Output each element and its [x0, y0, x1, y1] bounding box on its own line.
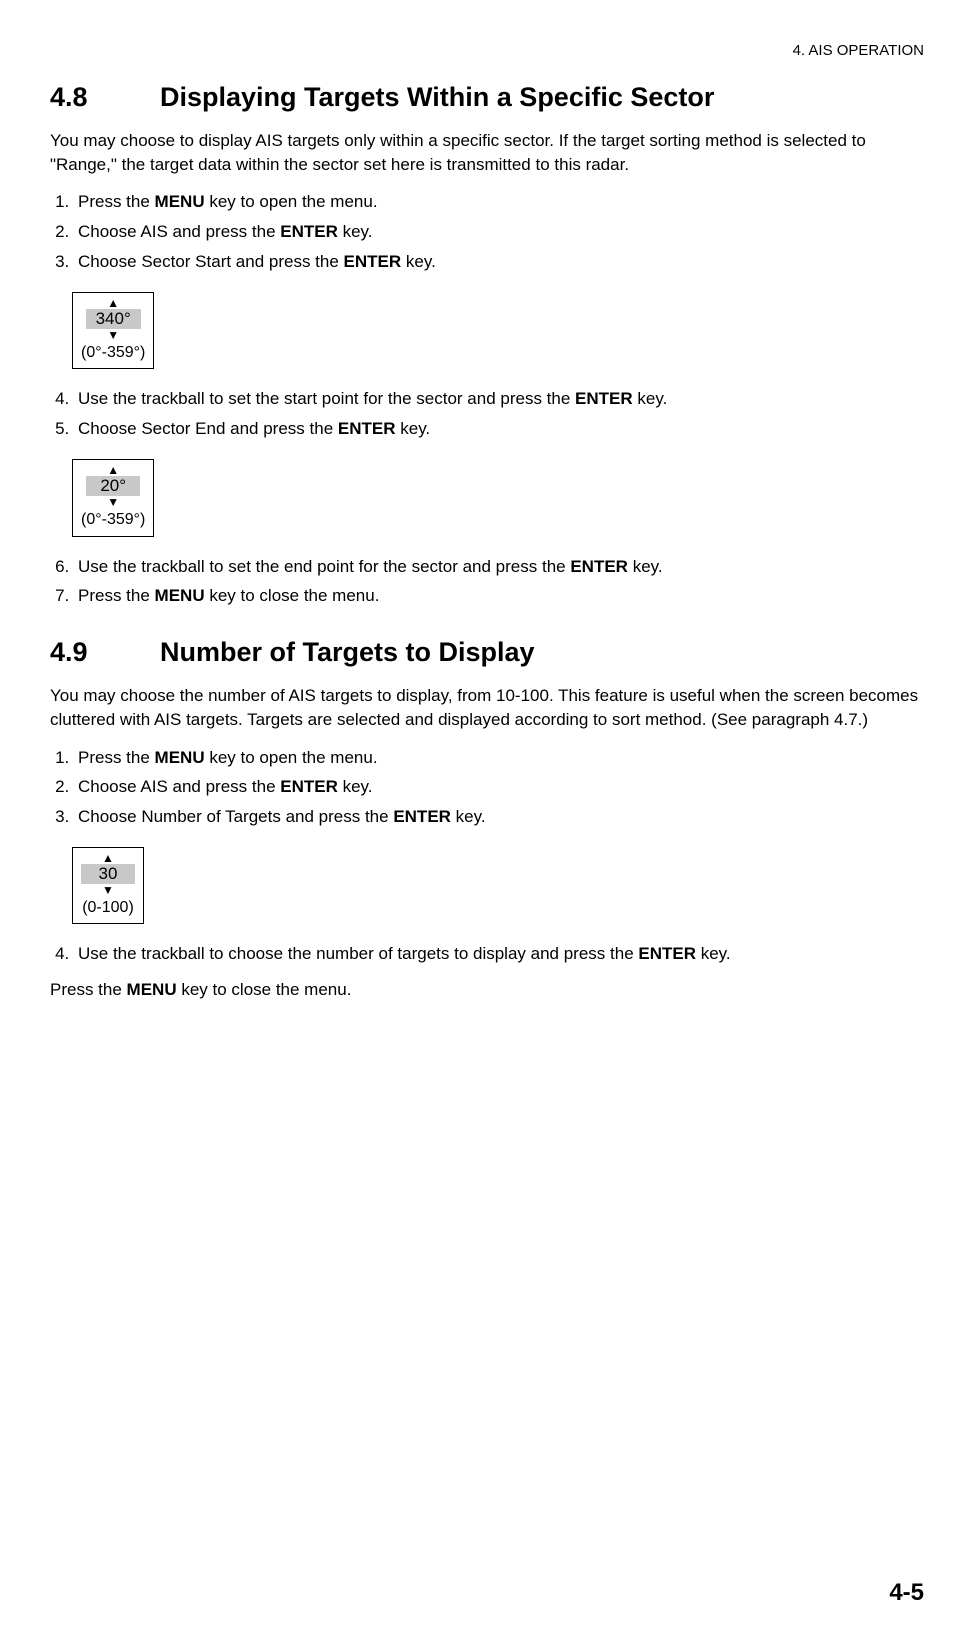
sector-end-range: (0°-359°)	[81, 510, 145, 529]
up-arrow-icon[interactable]: ▲	[81, 852, 135, 864]
step-1: Press the MENU key to open the menu.	[74, 190, 924, 214]
step-6: Use the trackball to set the end point f…	[74, 555, 924, 579]
page-number: 4-5	[889, 1576, 924, 1610]
down-arrow-icon[interactable]: ▼	[81, 496, 145, 508]
num-targets-value: 30	[81, 864, 135, 884]
step-3: Choose Number of Targets and press the E…	[74, 805, 924, 829]
section-48-steps-b: Use the trackball to set the start point…	[50, 387, 924, 441]
section-48-number: 4.8	[50, 79, 160, 117]
chapter-header: 4. AIS OPERATION	[50, 40, 924, 61]
section-48-title: 4.8Displaying Targets Within a Specific …	[50, 79, 924, 117]
step-2: Choose AIS and press the ENTER key.	[74, 220, 924, 244]
section-48-steps-a: Press the MENU key to open the menu. Cho…	[50, 190, 924, 273]
section-48-intro: You may choose to display AIS targets on…	[50, 129, 924, 177]
sector-start-spinner[interactable]: ▲ 340° ▼ (0°-359°)	[72, 292, 154, 370]
section-49-steps-a: Press the MENU key to open the menu. Cho…	[50, 746, 924, 829]
section-49-heading: Number of Targets to Display	[160, 637, 535, 667]
down-arrow-icon[interactable]: ▼	[81, 884, 135, 896]
step-3: Choose Sector Start and press the ENTER …	[74, 250, 924, 274]
step-7: Press the MENU key to close the menu.	[74, 584, 924, 608]
section-49-closing: Press the MENU key to close the menu.	[50, 978, 924, 1002]
step-4: Use the trackball to choose the number o…	[74, 942, 924, 966]
section-49-intro: You may choose the number of AIS targets…	[50, 684, 924, 732]
down-arrow-icon[interactable]: ▼	[81, 329, 145, 341]
step-2: Choose AIS and press the ENTER key.	[74, 775, 924, 799]
step-5: Choose Sector End and press the ENTER ke…	[74, 417, 924, 441]
num-targets-range: (0-100)	[81, 898, 135, 917]
section-49-title: 4.9Number of Targets to Display	[50, 634, 924, 672]
sector-start-value: 340°	[86, 309, 141, 329]
sector-start-range: (0°-359°)	[81, 343, 145, 362]
section-49-number: 4.9	[50, 634, 160, 672]
sector-end-spinner[interactable]: ▲ 20° ▼ (0°-359°)	[72, 459, 154, 537]
step-1: Press the MENU key to open the menu.	[74, 746, 924, 770]
section-48-steps-c: Use the trackball to set the end point f…	[50, 555, 924, 609]
step-4: Use the trackball to set the start point…	[74, 387, 924, 411]
up-arrow-icon[interactable]: ▲	[81, 297, 145, 309]
sector-end-value: 20°	[86, 476, 140, 496]
num-targets-spinner[interactable]: ▲ 30 ▼ (0-100)	[72, 847, 144, 925]
section-49-steps-b: Use the trackball to choose the number o…	[50, 942, 924, 966]
up-arrow-icon[interactable]: ▲	[81, 464, 145, 476]
section-48-heading: Displaying Targets Within a Specific Sec…	[160, 82, 714, 112]
